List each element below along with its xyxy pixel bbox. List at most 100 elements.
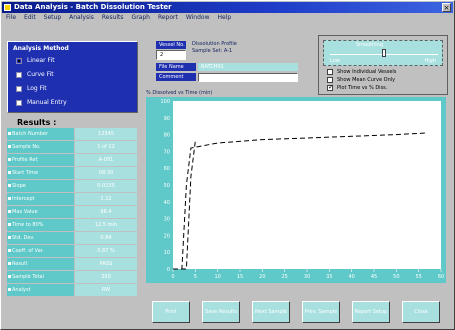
checkbox-icon[interactable] [327, 69, 333, 75]
result-row: Slope 0.0235 [7, 180, 137, 192]
menu-item-setup[interactable]: Setup [44, 13, 61, 23]
x-tick-label: 40 [348, 274, 354, 280]
result-value: 0.87 % [75, 245, 137, 257]
result-label: Time to 80% [7, 219, 74, 231]
checkbox-label: Show Individual Vessels [337, 69, 397, 75]
x-tick-label: 20 [259, 274, 265, 280]
result-row: Intercept 1.12 [7, 193, 137, 205]
y-tick-label: 90 [164, 116, 170, 122]
results-title: Results : [17, 118, 57, 127]
result-value: RW [75, 284, 137, 296]
x-tick-label: 15 [237, 274, 243, 280]
y-tick-label: 40 [164, 200, 170, 206]
result-value: 0.84 [75, 232, 137, 244]
slider-low-label: Low [330, 58, 340, 64]
result-label: Std. Dev. [7, 232, 74, 244]
result-label: Sample No. [7, 141, 74, 153]
result-value: 0.0235 [75, 180, 137, 192]
result-row: Analyst RW [7, 284, 137, 296]
result-label: Analyst [7, 284, 74, 296]
method-option-label: Linear Fit [27, 57, 55, 64]
plot-area [173, 101, 441, 269]
next-sample-button[interactable]: Next Sample [252, 301, 290, 323]
print-button[interactable]: Print [152, 301, 190, 323]
result-row: Start Time 08:30 [7, 167, 137, 179]
vessel-label: Vessel No. [156, 41, 186, 49]
app-icon[interactable] [4, 4, 11, 11]
menu-item-graph[interactable]: Graph [132, 13, 150, 23]
y-tick-label: 20 [164, 233, 170, 239]
result-row: Sample Total 250 [7, 271, 137, 283]
option-checkbox-2[interactable]: Show Mean Curve Only [327, 77, 395, 83]
x-tick-label: 45 [371, 274, 377, 280]
radio-icon[interactable] [16, 99, 22, 106]
menu-item-results[interactable]: Results [102, 13, 124, 23]
method-option-manual-entry[interactable]: Manual Entry [16, 99, 67, 106]
option-checkbox-3[interactable]: Plot Time vs % Diss. [327, 83, 388, 91]
result-row: Sample No. 1 of 12 [7, 141, 137, 153]
comment-field[interactable] [198, 73, 298, 82]
menu-item-edit[interactable]: Edit [24, 13, 36, 23]
x-tick-label: 10 [214, 274, 220, 280]
profile-title: Dissolution Profile [192, 41, 237, 47]
close-icon[interactable]: × [442, 3, 451, 12]
result-value: 250 [75, 271, 137, 283]
slider-thumb[interactable] [382, 49, 386, 57]
comment-label: Comment [156, 73, 196, 81]
result-row: Result PASS [7, 258, 137, 270]
radio-icon[interactable] [16, 71, 22, 78]
menu-item-window[interactable]: Window [186, 13, 210, 23]
vessel-field[interactable]: 2 [156, 50, 186, 60]
chart-header: % Dissolved vs Time (min) [146, 90, 213, 96]
results-table: Batch Number 12345 Sample No. 1 of 12 Profil… [7, 128, 137, 297]
checkbox-icon[interactable] [327, 83, 334, 91]
y-tick-label: 30 [164, 217, 170, 223]
radio-icon[interactable] [16, 57, 22, 64]
result-value: A-001 [75, 154, 137, 166]
display-options-panel: Smoothing Low High Show Individual Vesse… [318, 35, 448, 95]
option-checkbox-1[interactable]: Show Individual Vessels [327, 69, 396, 75]
prev-sample-button[interactable]: Prev. Sample [302, 301, 340, 323]
y-tick-label: 70 [164, 149, 170, 155]
filename-field[interactable]: BATCH01 [198, 63, 298, 71]
result-value: 08:30 [75, 167, 137, 179]
smoothing-slider[interactable]: Smoothing Low High [323, 40, 443, 66]
report-setup-button[interactable]: Report Setup [352, 301, 390, 323]
menu-item-report[interactable]: Report [158, 13, 178, 23]
x-tick-label: 5 [194, 274, 197, 280]
result-label: Profile Ref. [7, 154, 74, 166]
result-row: Batch Number 12345 [7, 128, 137, 140]
result-row: Coeff. of Var. 0.87 % [7, 245, 137, 257]
x-tick-label: 50 [393, 274, 399, 280]
method-option-linear-fit[interactable]: Linear Fit [16, 57, 55, 64]
radio-icon[interactable] [16, 85, 22, 92]
method-option-label: Curve Fit [27, 71, 54, 78]
method-option-label: Log Fit [27, 85, 47, 92]
result-row: Profile Ref. A-001 [7, 154, 137, 166]
checkbox-label: Plot Time vs % Diss. [337, 85, 388, 91]
menu-item-analysis[interactable]: Analysis [69, 13, 94, 23]
y-tick-label: 50 [164, 183, 170, 189]
method-option-curve-fit[interactable]: Curve Fit [16, 71, 54, 78]
menu-item-file[interactable]: File [6, 13, 16, 23]
save-results-button[interactable]: Save Results [202, 301, 240, 323]
result-row: Std. Dev. 0.84 [7, 232, 137, 244]
method-option-log-fit[interactable]: Log Fit [16, 85, 47, 92]
x-tick-label: 0 [171, 274, 174, 280]
profile-subtitle: Sample Set: A-1 [192, 48, 233, 54]
result-label: Max Value [7, 206, 74, 218]
window-title: Data Analysis - Batch Dissolution Tester [14, 3, 172, 11]
filename-label: File Name [156, 63, 196, 71]
result-value: PASS [75, 258, 137, 270]
result-label: Result [7, 258, 74, 270]
checkbox-label: Show Mean Curve Only [337, 77, 396, 83]
result-value: 12.5 min [75, 219, 137, 231]
method-group-title: Analysis Method [13, 45, 69, 52]
close-button[interactable]: Close [402, 301, 440, 323]
y-tick-label: 60 [164, 166, 170, 172]
chart-svg: 10090807060504030201000 5 10 15 20 25 30 35 40 45… [160, 99, 444, 280]
dissolution-chart: 100 90 80 70 60 50 40 30 20 10 0 0 5 10 15 20 25 30 35 40 45… [146, 97, 446, 283]
sample-info-block: Vessel No. 2 Dissolution Profile Sample … [156, 39, 306, 87]
slider-high-label: High [424, 58, 437, 64]
menu-item-help[interactable]: Help [218, 13, 232, 23]
